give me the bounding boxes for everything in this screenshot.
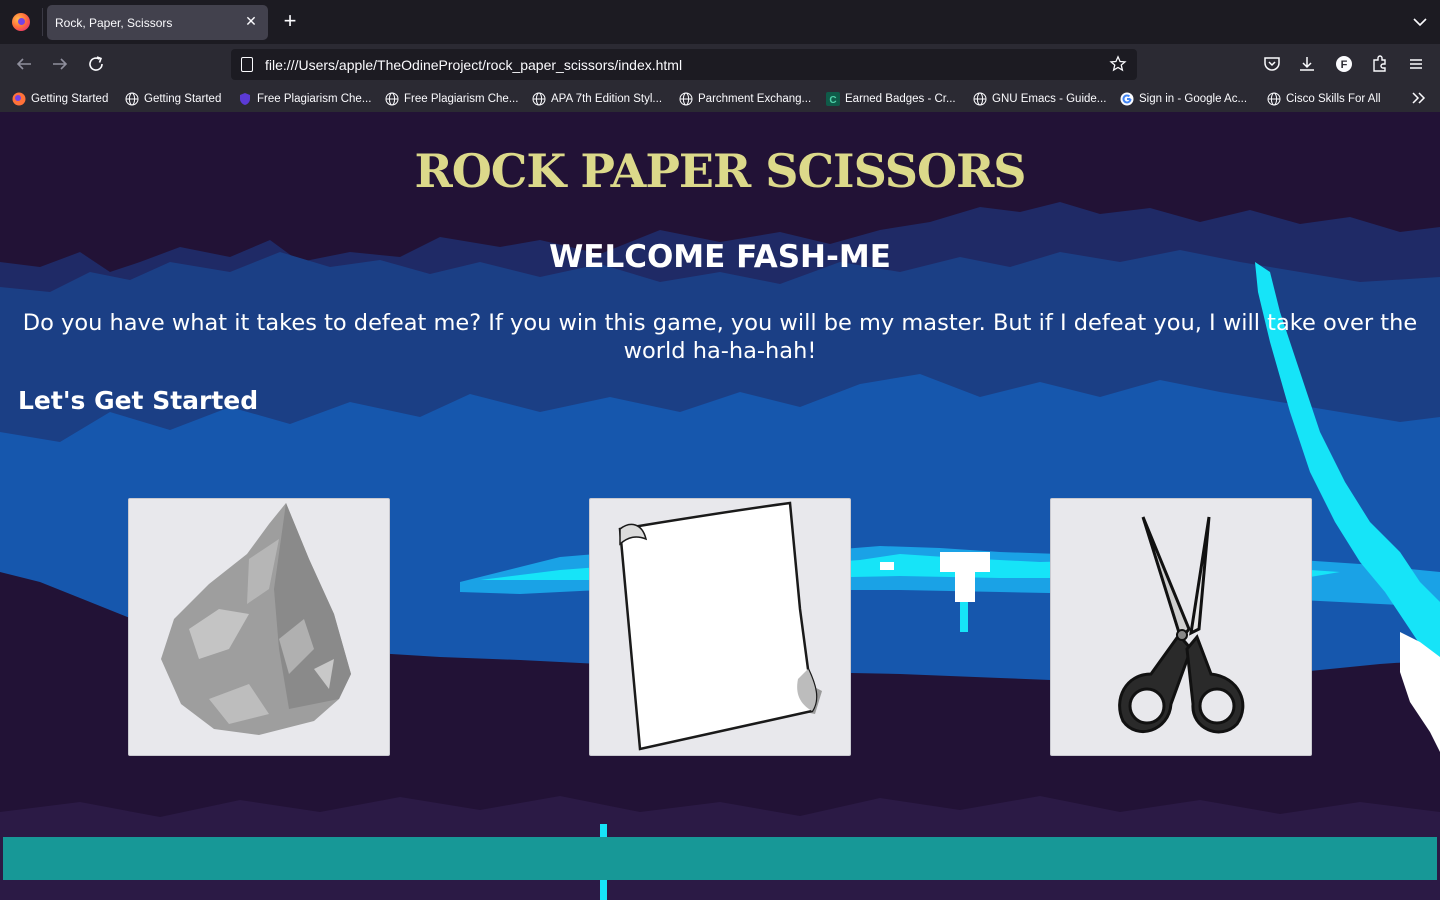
pocket-icon[interactable] [1262, 54, 1282, 74]
scissors-choice-button[interactable] [1050, 498, 1312, 756]
svg-text:F: F [1341, 59, 1348, 71]
forward-arrow-icon[interactable] [48, 52, 72, 76]
extensions-puzzle-icon[interactable] [1370, 54, 1390, 74]
browser-tab-strip: Rock, Paper, Scissors ✕ + [0, 0, 1440, 44]
google-icon [1120, 92, 1134, 106]
bookmark-item[interactable]: Cisco Skills For All [1267, 90, 1381, 108]
bookmark-item[interactable]: APA 7th Edition Styl... [532, 90, 662, 108]
new-tab-plus-icon[interactable]: + [280, 10, 300, 32]
paper-choice-button[interactable] [589, 498, 851, 756]
bookmark-item[interactable]: Free Plagiarism Che... [238, 90, 371, 108]
url-text[interactable]: file:///Users/apple/TheOdineProject/rock… [265, 57, 682, 73]
globe-icon [1267, 92, 1281, 106]
svg-text:C: C [829, 95, 836, 106]
tab-title: Rock, Paper, Scissors [55, 16, 173, 30]
hamburger-menu-icon[interactable] [1406, 54, 1426, 74]
intro-text: Do you have what it takes to defeat me? … [22, 310, 1418, 364]
page-icon [241, 57, 253, 72]
globe-icon [385, 92, 399, 106]
bookmark-label: Parchment Exchang... [698, 93, 812, 105]
bookmark-item[interactable]: Getting Started [12, 90, 108, 108]
scissors-icon [1118, 516, 1245, 734]
bookmarks-overflow-chevron-icon[interactable] [1410, 90, 1428, 106]
navigation-toolbar: file:///Users/apple/TheOdineProject/rock… [0, 44, 1440, 85]
reload-icon[interactable] [84, 52, 108, 76]
back-arrow-icon[interactable] [12, 52, 36, 76]
rock-choice-button[interactable] [128, 498, 390, 756]
bookmark-label: Sign in - Google Ac... [1139, 93, 1248, 105]
bookmark-item[interactable]: Parchment Exchang... [679, 90, 811, 108]
bookmark-label: Free Plagiarism Che... [257, 93, 372, 105]
firefox-icon [12, 92, 26, 106]
welcome-heading: WELCOME FASH-ME [549, 239, 891, 275]
account-avatar-icon[interactable]: F [1334, 54, 1354, 74]
firefox-logo-icon[interactable] [12, 13, 30, 31]
tab-divider [42, 8, 43, 36]
bookmark-label: Cisco Skills For All [1286, 93, 1381, 105]
globe-icon [679, 92, 693, 106]
bookmark-item[interactable]: Free Plagiarism Che... [385, 90, 518, 108]
browser-tab-active[interactable]: Rock, Paper, Scissors ✕ [47, 5, 268, 40]
bookmark-label: Getting Started [31, 93, 109, 105]
bookmark-label: GNU Emacs - Guide... [992, 93, 1107, 105]
paper-icon [618, 501, 822, 751]
tab-list-chevron-icon[interactable] [1410, 12, 1430, 32]
bookmark-item[interactable]: GNU Emacs - Guide... [973, 90, 1106, 108]
rock-icon [161, 503, 351, 735]
bookmark-label: APA 7th Edition Styl... [551, 93, 663, 105]
credly-icon: C [826, 92, 840, 106]
game-title: ROCK PAPER SCISSORS [414, 144, 1026, 198]
bookmark-item[interactable]: Sign in - Google Ac... [1120, 90, 1247, 108]
bookmark-label: Getting Started [144, 93, 222, 105]
bookmarks-toolbar: Getting Started Getting Started Free Pla… [0, 85, 1440, 112]
bookmark-star-icon[interactable] [1109, 55, 1127, 73]
globe-icon [125, 92, 139, 106]
footer-bar [3, 837, 1437, 880]
bookmark-label: Free Plagiarism Che... [404, 93, 519, 105]
bookmark-item[interactable]: C Earned Badges - Cr... [826, 90, 956, 108]
bookmark-label: Earned Badges - Cr... [845, 93, 956, 105]
address-bar[interactable]: file:///Users/apple/TheOdineProject/rock… [231, 49, 1137, 80]
close-tab-icon[interactable]: ✕ [244, 14, 258, 28]
globe-icon [973, 92, 987, 106]
globe-icon [532, 92, 546, 106]
bookmark-item[interactable]: Getting Started [125, 90, 221, 108]
shield-icon [240, 93, 250, 105]
download-icon[interactable] [1297, 54, 1317, 74]
start-heading: Let's Get Started [18, 386, 259, 415]
page-viewport: ROCK PAPER SCISSORS WELCOME FASH-ME Do y… [0, 112, 1440, 900]
